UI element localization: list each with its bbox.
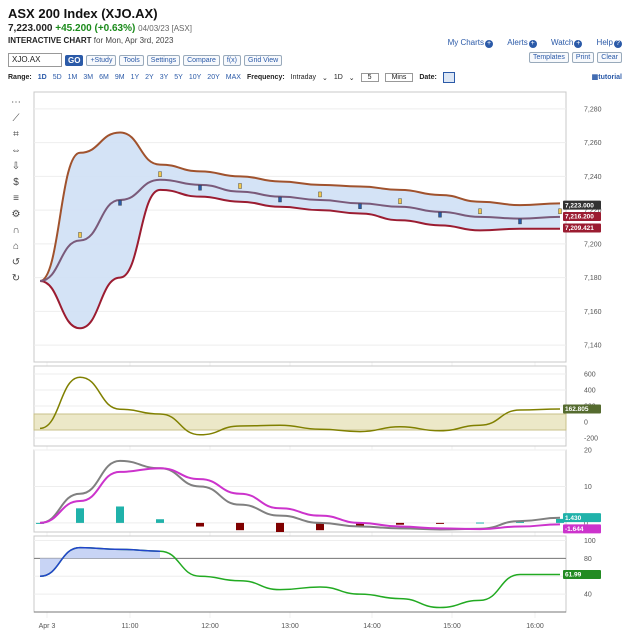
y-tick-label: 80 xyxy=(584,556,592,563)
candle xyxy=(278,196,282,203)
candle xyxy=(478,208,482,215)
value-tag-label: 61.99 xyxy=(565,572,582,579)
candle xyxy=(238,183,242,189)
panel-frame xyxy=(33,535,567,613)
x-tick-label: 14:00 xyxy=(363,623,381,630)
x-tick-label: 16:00 xyxy=(526,623,544,630)
y-tick-label: 7,240 xyxy=(584,174,602,181)
candle xyxy=(158,171,162,177)
y-tick-label: 600 xyxy=(584,372,596,379)
x-tick-label: 13:00 xyxy=(281,623,299,630)
value-tag-label: 162.805 xyxy=(565,406,589,413)
value-tag-label: 1.430 xyxy=(565,515,582,522)
y-tick-label: 7,180 xyxy=(584,275,602,282)
x-tick-label: 11:00 xyxy=(122,623,139,630)
macd-histogram-bar xyxy=(196,522,204,527)
y-tick-label: 7,200 xyxy=(584,241,602,248)
macd-histogram-bar xyxy=(476,522,484,524)
y-tick-label: 7,160 xyxy=(584,309,602,316)
value-tag-label: 7,223.000 xyxy=(565,202,594,209)
macd-histogram-bar xyxy=(116,506,124,523)
chart-svg[interactable]: 7,1407,1607,1807,2007,2207,2407,2607,280… xyxy=(0,0,630,639)
macd-histogram-bar xyxy=(156,519,164,523)
macd-histogram-bar xyxy=(236,522,244,531)
y-tick-label: 10 xyxy=(584,484,592,491)
x-tick-label: 12:00 xyxy=(201,623,219,630)
value-tag-label: 7,209.421 xyxy=(565,225,594,232)
candle xyxy=(518,218,522,225)
y-tick-label: 400 xyxy=(584,388,596,395)
x-tick-label: Apr 3 xyxy=(39,623,56,630)
y-tick-label: 100 xyxy=(584,538,596,545)
y-tick-label: 0 xyxy=(584,420,588,427)
macd-histogram-bar xyxy=(556,518,564,523)
macd-histogram-bar xyxy=(316,522,324,531)
candle xyxy=(118,200,122,206)
macd-histogram-bar xyxy=(276,522,284,532)
y-tick-label: 40 xyxy=(584,592,592,599)
macd-histogram-bar xyxy=(76,508,84,523)
candle xyxy=(318,191,322,198)
value-tag-label: -1.644 xyxy=(565,526,584,533)
candle xyxy=(558,208,562,215)
y-tick-label: 7,260 xyxy=(584,140,602,147)
candle xyxy=(358,203,362,209)
candle xyxy=(198,184,202,191)
candle xyxy=(78,232,82,238)
x-tick-label: 15:00 xyxy=(443,623,461,630)
y-tick-label: 7,140 xyxy=(584,343,602,350)
macd-histogram-bar xyxy=(396,522,404,525)
candle xyxy=(438,211,442,218)
macd-histogram-bar xyxy=(436,522,444,524)
value-tag-label: 7,216.200 xyxy=(565,214,594,221)
candle xyxy=(398,198,402,204)
y-tick-label: 7,280 xyxy=(584,106,602,113)
y-tick-label: 20 xyxy=(584,448,592,455)
y-tick-label: -200 xyxy=(584,436,598,443)
